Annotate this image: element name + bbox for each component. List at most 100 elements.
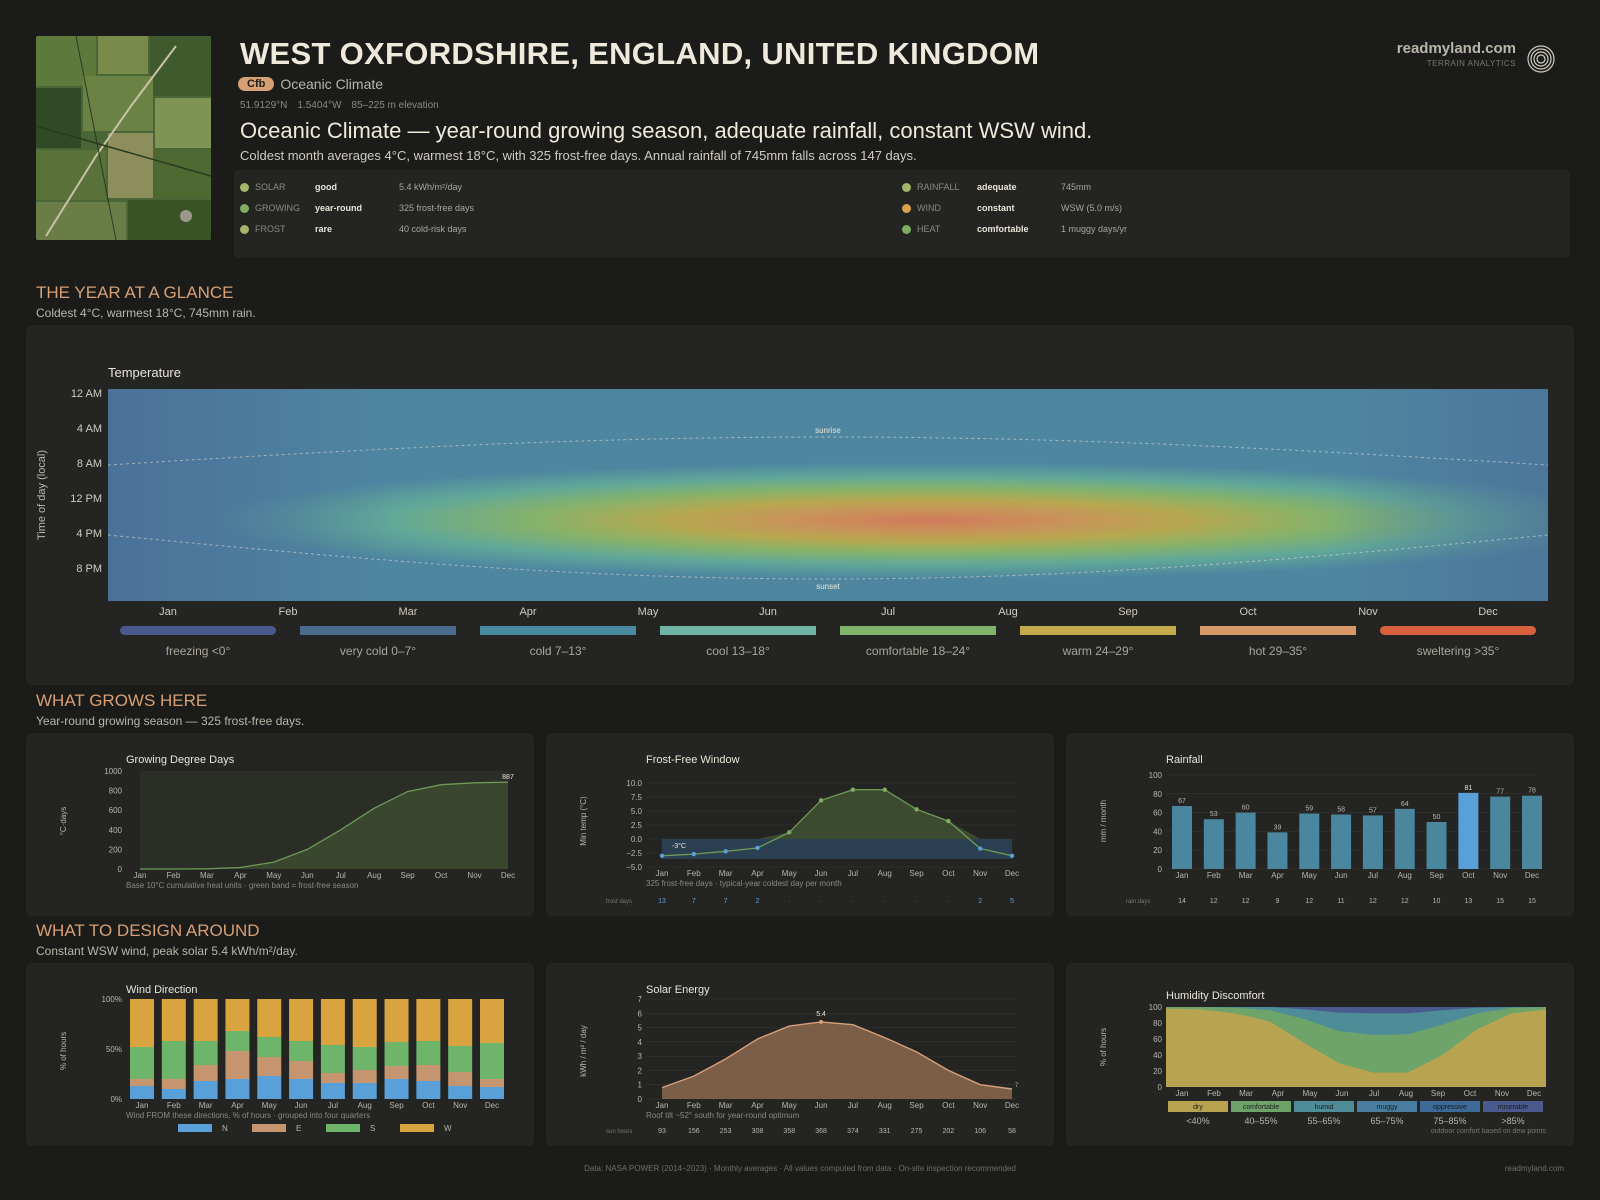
humidity-legend-label: muggy xyxy=(1376,1104,1398,1111)
elevation: 85–225 m elevation xyxy=(351,100,439,111)
x-tick: Feb xyxy=(167,1101,181,1110)
legend-label: cold 7–13° xyxy=(530,644,587,658)
x-tick: Oct xyxy=(942,1101,955,1110)
wind-segment xyxy=(161,1089,186,1099)
x-tick: Oct xyxy=(1464,1089,1477,1098)
legend-label: freezing <0° xyxy=(166,644,231,658)
brand[interactable]: readmyland.com TERRAIN ANALYTICS xyxy=(1397,40,1516,68)
x-tick: Jan xyxy=(136,1101,149,1110)
heatmap-xtick: Jan xyxy=(159,606,177,618)
rain-bar xyxy=(1426,822,1447,869)
rain-bar-label: 39 xyxy=(1274,824,1282,831)
footer-brand[interactable]: readmyland.com xyxy=(1505,1164,1564,1173)
rain-days-value: 9 xyxy=(1276,898,1280,905)
heatmap-xtick: Mar xyxy=(399,606,418,618)
rain-days-value: 12 xyxy=(1305,898,1313,905)
brand-tagline: TERRAIN ANALYTICS xyxy=(1426,59,1516,68)
min-temp-point xyxy=(946,818,951,824)
legend-label: hot 29–35° xyxy=(1249,644,1307,658)
min-temp-point xyxy=(691,851,697,857)
rain-bar-label: 59 xyxy=(1305,806,1313,813)
heatmap-ytick: 4 PM xyxy=(76,528,102,540)
rain-bar xyxy=(1203,819,1224,869)
y-tick: 4 xyxy=(638,1038,643,1047)
rain-days-value: 14 xyxy=(1178,898,1186,905)
wind-segment xyxy=(480,1087,504,1099)
rain-bar xyxy=(1299,813,1320,869)
x-tick: Nov xyxy=(453,1101,467,1110)
y-tick: 80 xyxy=(1153,1019,1162,1028)
row-label: rain days xyxy=(1126,899,1150,905)
rain-bar-label: 64 xyxy=(1401,801,1409,808)
x-tick: Nov xyxy=(467,871,481,880)
gdd-panel: Growing Degree Days °C·days 0 200 400 600 800 1… xyxy=(26,733,534,916)
humidity-chart: Humidity Discomfort % of hours 0 20 40 60 80 10… xyxy=(1099,990,1546,1135)
row-label: frost days xyxy=(606,899,632,905)
sun-hours-value: 58 xyxy=(1008,1128,1016,1135)
rain-bar xyxy=(1522,795,1542,869)
rain-bar-label: 57 xyxy=(1369,807,1377,814)
sun-hours-value: 358 xyxy=(783,1128,795,1135)
wind-segment xyxy=(257,1057,282,1076)
status-dot xyxy=(240,182,249,192)
brand-name[interactable]: readmyland.com xyxy=(1397,40,1516,57)
wind-segment xyxy=(320,1083,345,1099)
heatmap-xtick: Jun xyxy=(759,606,777,618)
rain-bar-label: 60 xyxy=(1242,805,1250,812)
wind-segment xyxy=(480,1043,504,1079)
wind-segment xyxy=(193,999,218,1041)
x-tick: Jul xyxy=(848,869,858,878)
x-tick: May xyxy=(266,871,281,880)
sun-hours-value: 253 xyxy=(720,1128,732,1135)
frost-days-value: 5 xyxy=(1010,898,1014,905)
humidity-legend-label: humid xyxy=(1314,1104,1333,1111)
x-tick: Apr xyxy=(1272,1089,1285,1098)
wind-segment xyxy=(130,1047,154,1079)
frost-panel: Frost-Free Window Min temp (°C) −5.0 −2.5 0.… xyxy=(546,733,1054,916)
wind-segment xyxy=(384,1066,409,1079)
footer-text: Data: NASA POWER (2014–2023) · Monthly a… xyxy=(584,1164,1016,1173)
humidity-legend-range: 75–85% xyxy=(1433,1116,1466,1126)
sun-hours-value: 331 xyxy=(879,1128,891,1135)
heatmap-xtick: Aug xyxy=(998,606,1018,618)
wind-segment xyxy=(352,999,377,1047)
x-tick: Aug xyxy=(367,871,381,880)
wind-segment xyxy=(416,1041,441,1065)
y-tick: 20 xyxy=(1153,1067,1162,1076)
rain-bar-label: 78 xyxy=(1528,788,1536,795)
y-tick: 0 xyxy=(118,865,123,874)
chart-title: Solar Energy xyxy=(646,984,710,996)
wind-legend-swatch xyxy=(400,1124,434,1132)
climate-headline: Oceanic Climate — year-round growing sea… xyxy=(240,118,1093,143)
min-temp-point xyxy=(659,853,665,858)
rain-bar-label: 53 xyxy=(1210,811,1218,818)
min-temp-point xyxy=(755,845,760,851)
coordinates: 51.9129°N 1.5404°W 85–225 m elevation xyxy=(240,100,439,111)
x-tick: Jul xyxy=(848,1101,858,1110)
heatmap-xtick: Sep xyxy=(1118,606,1138,618)
wind-segment xyxy=(193,1081,218,1099)
heatmap-xtick: Apr xyxy=(519,606,536,618)
heatmap-xtick: May xyxy=(638,606,659,618)
heatmap-title: Temperature xyxy=(108,365,181,380)
frost-days-value: · xyxy=(915,898,917,905)
rain-days-value: 12 xyxy=(1242,898,1250,905)
wind-segment xyxy=(161,1041,186,1079)
x-tick: Sep xyxy=(1431,1089,1446,1098)
min-temp-point xyxy=(977,846,983,851)
metric-growing: GROWING year-round 325 frost-free days xyxy=(240,203,474,213)
wind-segment xyxy=(384,1042,409,1066)
legend-swatch xyxy=(120,626,276,635)
wind-segment xyxy=(130,1079,154,1086)
frost-days-value: · xyxy=(947,898,949,905)
section-title-year: THE YEAR AT A GLANCE xyxy=(36,283,234,302)
section-sub-grows: Year-round growing season — 325 frost-fr… xyxy=(36,714,305,728)
x-tick: Apr xyxy=(751,1101,764,1110)
metric-rainfall: RAINFALL adequate 745mm xyxy=(902,182,1091,192)
y-tick: 60 xyxy=(1153,1035,1162,1044)
x-tick: May xyxy=(262,1101,277,1110)
rain-days-value: 15 xyxy=(1528,898,1536,905)
wind-legend-label: E xyxy=(296,1124,301,1133)
y-tick: 40 xyxy=(1153,1051,1162,1060)
x-tick: Jun xyxy=(295,1101,308,1110)
